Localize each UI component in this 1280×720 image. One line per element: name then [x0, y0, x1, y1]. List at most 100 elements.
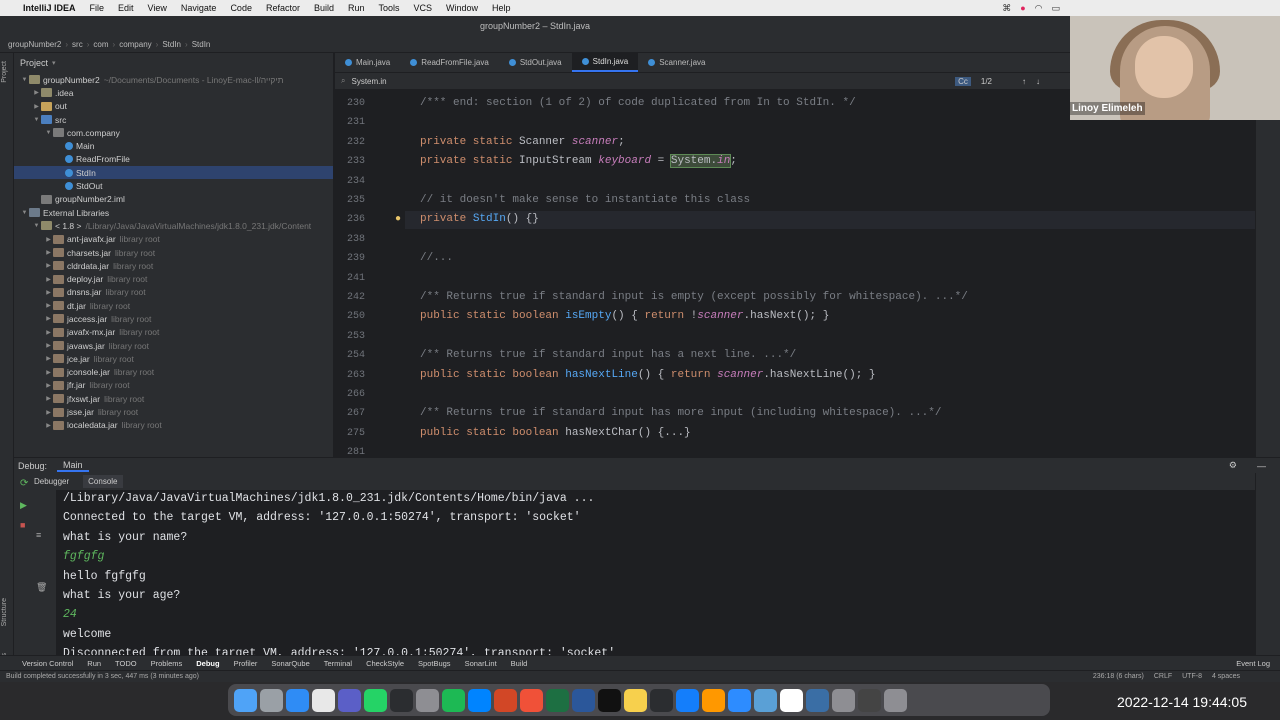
editor-tab[interactable]: StdOut.java: [499, 53, 572, 72]
rerun-icon[interactable]: ⟳: [20, 478, 28, 489]
record-icon[interactable]: ●: [1020, 3, 1025, 13]
editor-tab[interactable]: Scanner.java: [638, 53, 715, 72]
indent-setting[interactable]: 4 spaces: [1212, 673, 1240, 680]
expand-arrow-icon[interactable]: ▶: [44, 409, 53, 416]
breadcrumb-com[interactable]: com: [93, 40, 108, 49]
powerpoint-icon[interactable]: [494, 688, 517, 712]
app-store-icon[interactable]: [286, 688, 309, 712]
menu-navigate[interactable]: Navigate: [174, 3, 224, 13]
tree-item[interactable]: ▶ dt.jar library root: [14, 299, 333, 312]
tab-console[interactable]: Console: [83, 475, 123, 488]
menu-edit[interactable]: Edit: [111, 3, 141, 13]
calendar-icon[interactable]: [780, 688, 803, 712]
menu-vcs[interactable]: VCS: [407, 3, 440, 13]
tree-item[interactable]: ▶ cldrdata.jar library root: [14, 259, 333, 272]
notes-icon[interactable]: [624, 688, 647, 712]
expand-arrow-icon[interactable]: ▶: [44, 276, 53, 283]
tree-item[interactable]: ▶ jconsole.jar library root: [14, 366, 333, 379]
expand-arrow-icon[interactable]: ▶: [44, 382, 53, 389]
chrome-icon[interactable]: [312, 688, 335, 712]
console-output[interactable]: /Library/Java/JavaVirtualMachines/jdk1.8…: [56, 490, 1255, 655]
breadcrumb-class[interactable]: StdIn: [162, 40, 181, 49]
code-line[interactable]: /** Returns true if standard input has a…: [420, 349, 796, 361]
stop-icon[interactable]: ■: [20, 520, 25, 530]
minimize-icon[interactable]: —: [1257, 461, 1266, 471]
file-encoding[interactable]: UTF-8: [1182, 673, 1202, 680]
breadcrumb-src[interactable]: src: [72, 40, 83, 49]
trash-icon[interactable]: 🗑: [36, 582, 47, 593]
expand-arrow-icon[interactable]: ▶: [32, 103, 41, 110]
toolwindow-terminal[interactable]: Terminal: [324, 659, 352, 668]
tree-item[interactable]: ▶ jfxswt.jar library root: [14, 392, 333, 405]
xcode-icon[interactable]: [676, 688, 699, 712]
preview-icon[interactable]: [754, 688, 777, 712]
find-input[interactable]: System.in: [351, 77, 386, 86]
expand-arrow-icon[interactable]: ▼: [20, 77, 29, 83]
code-line[interactable]: /** Returns true if standard input is em…: [420, 291, 968, 303]
line-separator[interactable]: CRLF: [1154, 673, 1172, 680]
toolwindow-profiler[interactable]: Profiler: [234, 659, 258, 668]
menu-window[interactable]: Window: [439, 3, 485, 13]
toolwindow-problems[interactable]: Problems: [151, 659, 183, 668]
tree-item[interactable]: ▶ jce.jar library root: [14, 352, 333, 365]
breadcrumb-company[interactable]: company: [119, 40, 151, 49]
terminal-icon[interactable]: [598, 688, 621, 712]
launchpad-icon[interactable]: [260, 688, 283, 712]
toolwindow-run[interactable]: Run: [87, 659, 101, 668]
wifi-icon[interactable]: ◠: [1035, 3, 1043, 14]
code-line[interactable]: /*** end: section (1 of 2) of code dupli…: [420, 97, 856, 109]
app-menu[interactable]: IntelliJ IDEA: [16, 3, 83, 13]
tree-item[interactable]: groupNumber2.iml: [14, 193, 333, 206]
tree-item[interactable]: ▶ jsse.jar library root: [14, 405, 333, 418]
code-line[interactable]: private static Scanner scanner;: [420, 136, 625, 148]
project-panel-title[interactable]: Project: [20, 58, 48, 68]
menu-help[interactable]: Help: [485, 3, 518, 13]
gear-icon[interactable]: ⚙: [1229, 460, 1237, 471]
tree-item[interactable]: Main: [14, 139, 333, 152]
code-editor[interactable]: /*** end: section (1 of 2) of code dupli…: [405, 90, 1255, 457]
tree-item[interactable]: ▶ localedata.jar library root: [14, 419, 333, 432]
lightbulb-icon[interactable]: ●: [395, 213, 401, 224]
finder-icon[interactable]: [234, 688, 257, 712]
menu-view[interactable]: View: [141, 3, 174, 13]
expand-arrow-icon[interactable]: ▶: [44, 315, 53, 322]
match-case-icon[interactable]: Cc: [955, 76, 971, 86]
screen-icon[interactable]: [858, 688, 881, 712]
tree-item[interactable]: ▶ deploy.jar library root: [14, 272, 333, 285]
tree-item[interactable]: ▶ dnsns.jar library root: [14, 286, 333, 299]
teams-icon[interactable]: [338, 688, 361, 712]
menu-build[interactable]: Build: [307, 3, 341, 13]
toolwindow-checkstyle[interactable]: CheckStyle: [366, 659, 404, 668]
tree-item[interactable]: ▶ javafx-mx.jar library root: [14, 326, 333, 339]
tree-item[interactable]: StdIn: [14, 166, 333, 180]
wrap-icon[interactable]: ≡: [36, 530, 41, 540]
toolwindow-version-control[interactable]: Version Control: [22, 659, 73, 668]
word-icon[interactable]: [572, 688, 595, 712]
tree-item[interactable]: ▶ charsets.jar library root: [14, 246, 333, 259]
expand-arrow-icon[interactable]: ▶: [44, 422, 53, 429]
editor-tab[interactable]: Main.java: [335, 53, 400, 72]
menu-file[interactable]: File: [83, 3, 112, 13]
spotify-icon[interactable]: [442, 688, 465, 712]
excel-icon[interactable]: [546, 688, 569, 712]
tree-item[interactable]: ▶ ant-javafx.jar library root: [14, 233, 333, 246]
toolwindow-build[interactable]: Build: [511, 659, 528, 668]
tree-item[interactable]: ▶ javaws.jar library root: [14, 339, 333, 352]
tree-item[interactable]: StdOut: [14, 179, 333, 192]
tree-item[interactable]: ▶ jaccess.jar library root: [14, 312, 333, 325]
tree-item[interactable]: ▶ out: [14, 100, 333, 113]
resume-icon[interactable]: ▶: [20, 500, 27, 511]
zoom-icon[interactable]: [728, 688, 751, 712]
expand-arrow-icon[interactable]: ▶: [44, 369, 53, 376]
toolwindow-spotbugs[interactable]: SpotBugs: [418, 659, 451, 668]
structure-tool-tab[interactable]: Structure: [1, 598, 8, 626]
menu-tools[interactable]: Tools: [372, 3, 407, 13]
code-line[interactable]: /** Returns true if standard input has m…: [420, 407, 942, 419]
expand-arrow-icon[interactable]: ▶: [44, 302, 53, 309]
trash-icon[interactable]: [884, 688, 907, 712]
code-line[interactable]: public static boolean hasNextLine() { re…: [420, 369, 876, 381]
toolwindow-todo[interactable]: TODO: [115, 659, 137, 668]
display-icon[interactable]: [806, 688, 829, 712]
expand-arrow-icon[interactable]: ▶: [44, 236, 53, 243]
toolwindow-debug[interactable]: Debug: [196, 659, 219, 668]
